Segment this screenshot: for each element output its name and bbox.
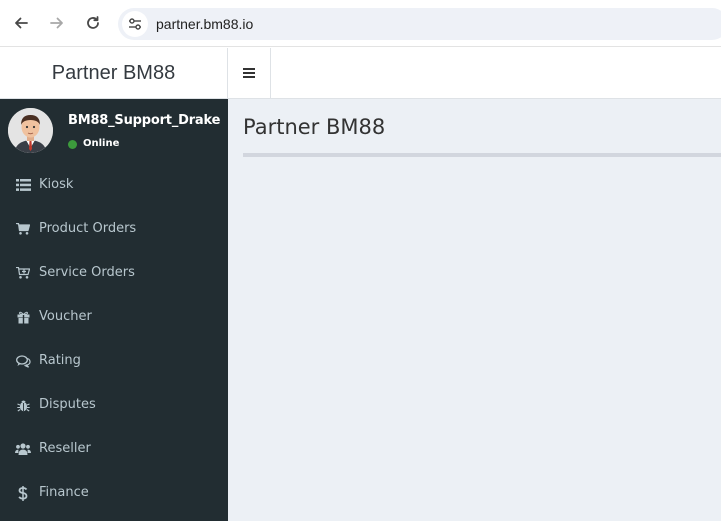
user-panel: BM88_Support_Drake Online: [0, 99, 228, 163]
sidebar-item-rating[interactable]: Rating: [0, 339, 228, 383]
avatar: [8, 108, 53, 153]
sidebar-item-voucher[interactable]: Voucher: [0, 295, 228, 339]
hamburger-icon: [242, 68, 255, 78]
gift-icon: [15, 309, 31, 325]
user-name: BM88_Support_Drake: [68, 113, 221, 128]
user-status: Online: [83, 138, 120, 149]
dollar-icon: [15, 485, 31, 501]
page-title: Partner BM88: [243, 115, 386, 139]
site-info-button[interactable]: [122, 11, 148, 37]
sidebar-item-label: Disputes: [39, 397, 96, 412]
users-icon: [15, 441, 31, 457]
brand-text: Partner BM88: [51, 61, 176, 84]
sidebar-item-label: Product Orders: [39, 221, 137, 236]
brand-logo[interactable]: Partner BM88: [0, 48, 228, 98]
sidebar: BM88_Support_Drake Online Kiosk Product …: [0, 99, 228, 521]
cart-icon: [15, 221, 31, 237]
sidebar-item-product-orders[interactable]: Product Orders: [0, 207, 228, 251]
tune-icon: [129, 18, 141, 30]
reload-button[interactable]: [80, 10, 106, 36]
main-content: Partner BM88: [228, 99, 721, 521]
back-button[interactable]: [8, 10, 34, 36]
sidebar-item-finance[interactable]: Finance: [0, 471, 228, 515]
bug-icon: [15, 397, 31, 413]
browser-toolbar: partner.bm88.io: [0, 0, 721, 47]
sidebar-item-label: Kiosk: [39, 177, 74, 192]
sidebar-item-label: Reseller: [39, 441, 91, 456]
sidebar-item-label: Service Orders: [39, 265, 135, 280]
forward-button[interactable]: [44, 10, 70, 36]
sidebar-item-reseller[interactable]: Reseller: [0, 427, 228, 471]
sidebar-item-kiosk[interactable]: Kiosk: [0, 163, 228, 207]
url-text[interactable]: partner.bm88.io: [156, 16, 253, 32]
cart-plus-icon: [15, 265, 31, 281]
reload-icon: [87, 16, 99, 29]
online-status-icon: [68, 140, 77, 149]
comments-icon: [15, 353, 31, 369]
sidebar-item-label: Finance: [39, 485, 89, 500]
sidebar-item-service-orders[interactable]: Service Orders: [0, 251, 228, 295]
sidebar-item-label: Voucher: [39, 309, 92, 324]
sidebar-item-label: Rating: [39, 353, 81, 368]
title-divider: [243, 153, 721, 157]
app-header: Partner BM88: [0, 48, 721, 99]
arrow-right-icon: [50, 17, 63, 29]
list-icon: [15, 177, 31, 193]
address-bar[interactable]: partner.bm88.io: [118, 8, 721, 40]
arrow-left-icon: [15, 17, 28, 29]
sidebar-toggle-button[interactable]: [228, 48, 271, 98]
sidebar-menu: Kiosk Product Orders Service Orders Vouc…: [0, 163, 228, 515]
sidebar-item-disputes[interactable]: Disputes: [0, 383, 228, 427]
